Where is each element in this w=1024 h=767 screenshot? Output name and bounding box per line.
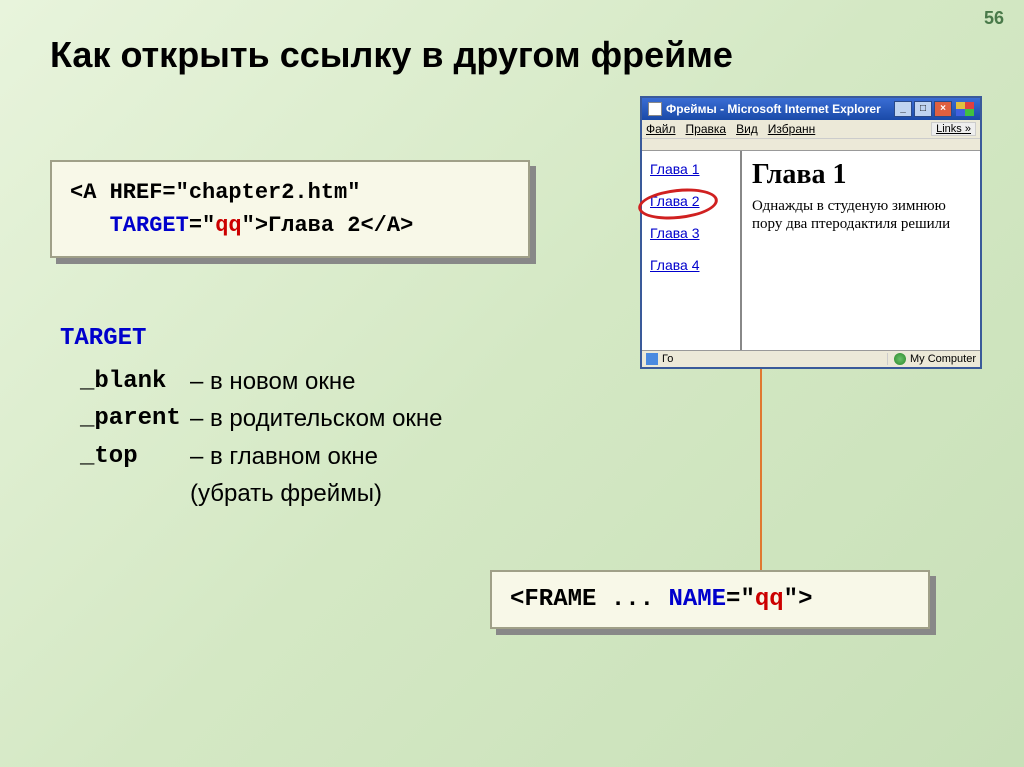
page-icon bbox=[648, 102, 662, 116]
target-value: qq bbox=[215, 213, 241, 238]
menu-view[interactable]: Вид bbox=[736, 122, 758, 136]
status-icon bbox=[646, 353, 658, 365]
content-body: Однажды в студеную зимнюю пору два птеро… bbox=[752, 197, 970, 233]
content-title: Глава 1 bbox=[752, 159, 970, 191]
code-box-frame: <FRAME ... NAME="qq"> bbox=[490, 570, 930, 629]
zone-icon bbox=[894, 353, 906, 365]
frame-code-p1: <FRAME ... bbox=[510, 586, 668, 613]
name-keyword: NAME bbox=[668, 586, 726, 613]
code-eq: =" bbox=[189, 213, 215, 238]
highlight-circle bbox=[637, 185, 720, 223]
menu-favorites[interactable]: Избранн bbox=[768, 122, 815, 136]
chapter-link-4[interactable]: Глава 4 bbox=[650, 257, 732, 273]
name-value: qq bbox=[755, 586, 784, 613]
maximize-button[interactable]: □ bbox=[914, 101, 932, 117]
toolbar-separator bbox=[642, 138, 980, 150]
code-rest: ">Глава 2</A> bbox=[242, 213, 414, 238]
target-parent-desc: – в родительском окне bbox=[190, 400, 443, 437]
target-empty-key bbox=[60, 475, 190, 512]
menu-file[interactable]: Файл bbox=[646, 122, 676, 136]
frameset: Глава 1 Глава 2 Глава 3 Глава 4 Глава 1 … bbox=[642, 150, 980, 350]
titlebar: Фреймы - Microsoft Internet Explorer _ □… bbox=[642, 98, 980, 120]
status-left-text: Го bbox=[662, 353, 673, 365]
target-parent-key: _parent bbox=[60, 400, 190, 437]
target-top-desc2: (убрать фреймы) bbox=[190, 475, 382, 512]
window-title: Фреймы - Microsoft Internet Explorer bbox=[666, 102, 894, 116]
slide-title: Как открыть ссылку в другом фрейме bbox=[50, 34, 733, 76]
frame-rest: "> bbox=[784, 586, 813, 613]
menu-edit[interactable]: Правка bbox=[686, 122, 727, 136]
target-blank-key: _blank bbox=[60, 363, 190, 400]
code-line1: <A HREF="chapter2.htm" bbox=[70, 180, 360, 205]
target-blank-desc: – в новом окне bbox=[190, 363, 355, 400]
status-right-text: My Computer bbox=[910, 353, 976, 365]
right-frame: Глава 1 Однажды в студеную зимнюю пору д… bbox=[742, 151, 980, 350]
target-list: TARGET _blank – в новом окне _parent – в… bbox=[60, 320, 443, 512]
target-top-desc: – в главном окне bbox=[190, 438, 378, 475]
chapter-link-3[interactable]: Глава 3 bbox=[650, 225, 732, 241]
statusbar: Го My Computer bbox=[642, 350, 980, 367]
links-toolbar[interactable]: Links » bbox=[931, 122, 976, 136]
target-keyword: TARGET bbox=[110, 213, 189, 238]
menubar: Файл Правка Вид Избранн Links » bbox=[642, 120, 980, 138]
windows-logo-icon bbox=[956, 102, 974, 116]
chapter-link-1[interactable]: Глава 1 bbox=[650, 161, 732, 177]
target-top-key: _top bbox=[60, 438, 190, 475]
close-button[interactable]: × bbox=[934, 101, 952, 117]
left-frame: Глава 1 Глава 2 Глава 3 Глава 4 bbox=[642, 151, 742, 350]
frame-eq: =" bbox=[726, 586, 755, 613]
code-box-anchor: <A HREF="chapter2.htm" TARGET="qq">Глава… bbox=[50, 160, 530, 258]
target-list-header: TARGET bbox=[60, 320, 443, 357]
browser-window: Фреймы - Microsoft Internet Explorer _ □… bbox=[640, 96, 982, 369]
minimize-button[interactable]: _ bbox=[894, 101, 912, 117]
page-number: 56 bbox=[984, 8, 1004, 29]
